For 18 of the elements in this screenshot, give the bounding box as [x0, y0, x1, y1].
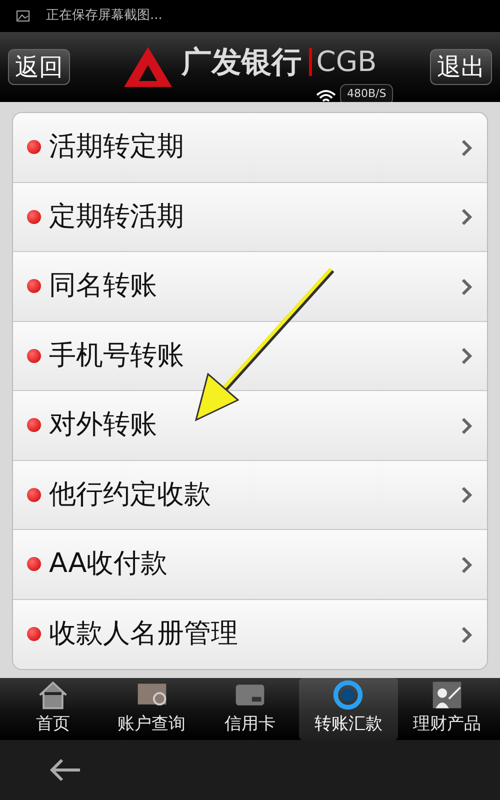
menu-item[interactable]: AA收付款 — [13, 530, 487, 600]
tab-item[interactable]: 信用卡 — [200, 678, 300, 740]
menu-item[interactable]: 活期转定期 — [13, 113, 487, 182]
menu-item[interactable]: 同名转账 — [13, 252, 487, 322]
menu-item[interactable]: 收款人名册管理 — [13, 600, 487, 669]
tab-item[interactable]: 首页 — [4, 678, 102, 740]
bank-abbreviation: CGB — [309, 48, 377, 76]
menu-item[interactable]: 定期转活期 — [13, 182, 487, 252]
menu-item[interactable]: 他行约定收款 — [13, 460, 487, 530]
bank-name: 广发银行 — [181, 44, 302, 82]
back-button[interactable]: 返回 — [8, 48, 70, 86]
menu-item[interactable]: 对外转账 — [13, 391, 487, 460]
exit-button[interactable]: 退出 — [430, 48, 492, 86]
menu-item[interactable]: 手机号转账 — [13, 322, 487, 391]
notification-text: 正在保存屏幕截图... — [46, 7, 162, 26]
tab-item[interactable]: 账户查询 — [102, 678, 201, 740]
tab-item[interactable]: 理财产品 — [398, 678, 496, 740]
tab-item[interactable]: 转账汇款 — [299, 678, 398, 740]
